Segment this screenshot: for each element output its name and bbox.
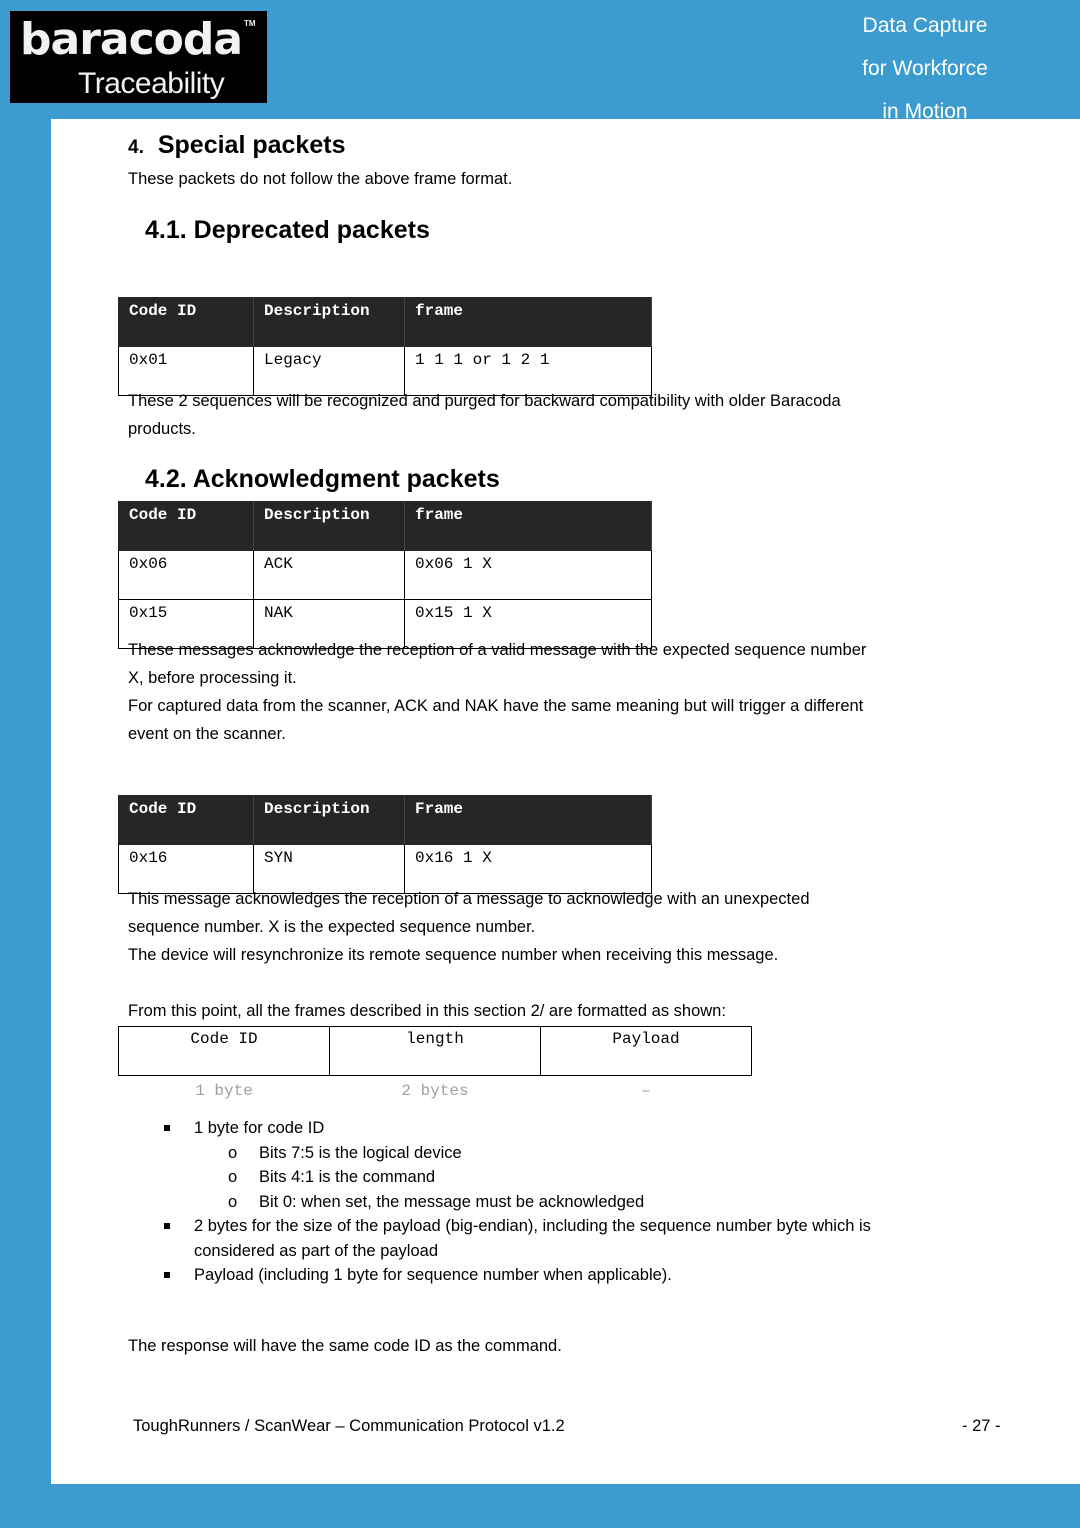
ack-heading: 4.2. Acknowledgment packets xyxy=(145,465,500,493)
deprecated-heading: 4.1. Deprecated packets xyxy=(145,216,430,244)
paragraph-line: event on the scanner. xyxy=(128,725,286,743)
deprecated-note: These 2 sequences will be recognized and… xyxy=(128,387,841,443)
footer-document-title: ToughRunners / ScanWear – Communication … xyxy=(133,1417,565,1435)
format-sizes-row: 1 byte 2 bytes – xyxy=(119,1076,752,1106)
format-fields-row: Code ID length Payload xyxy=(118,1026,752,1076)
sub-list-item: o Bits 4:1 is the command xyxy=(51,1165,1080,1190)
header-code-id: Code ID xyxy=(118,501,254,551)
size-code-id: 1 byte xyxy=(195,1082,253,1100)
tagline-line: Data Capture xyxy=(862,14,988,37)
circle-bullet-icon: o xyxy=(228,1143,238,1162)
paragraph-line: X, before processing it. xyxy=(128,669,297,687)
section-number: 4. xyxy=(128,137,144,158)
cell-frame: 0x06 1 X xyxy=(404,550,652,600)
syn-table: Code ID Description Frame 0x16 SYN 0x16 … xyxy=(118,795,652,894)
ack-description: These messages acknowledge the reception… xyxy=(128,636,866,748)
list-item-text: considered as part of the payload xyxy=(194,1241,438,1260)
tagline-line: for Workforce xyxy=(862,57,988,80)
paragraph-line: The device will resynchronize its remote… xyxy=(128,946,779,964)
list-item: Payload (including 1 byte for sequence n… xyxy=(51,1263,1080,1288)
header-description: Description xyxy=(253,297,405,347)
list-item-text: Bits 4:1 is the command xyxy=(259,1168,436,1186)
section-title: Special packets xyxy=(157,131,346,159)
tagline: Data Capture for Workforce in Motion xyxy=(850,4,1000,133)
header-description: Description xyxy=(253,501,405,551)
field-payload: Payload xyxy=(540,1026,752,1076)
syn-description: This message acknowledges the reception … xyxy=(128,885,810,969)
logo-subtitle: Traceability xyxy=(78,67,225,100)
list-item-text: Bit 0: when set, the message must be ack… xyxy=(259,1192,645,1211)
list-item-text: 2 bytes for the size of the payload (big… xyxy=(194,1217,871,1235)
section-heading: 4. Special packets xyxy=(128,131,345,160)
header-code-id: Code ID xyxy=(118,297,254,347)
header-frame: frame xyxy=(404,501,652,551)
document-page: 4. Special packets These packets do not f… xyxy=(51,119,1080,1484)
baracoda-logo: baracoda TM Traceability xyxy=(10,11,267,103)
header-code-id: Code ID xyxy=(118,795,254,845)
paragraph-line: These messages acknowledge the reception… xyxy=(128,641,867,659)
square-bullet-icon xyxy=(164,1223,170,1229)
list-item-text: 1 byte for code ID xyxy=(194,1119,325,1137)
square-bullet-icon xyxy=(164,1272,170,1278)
list-item-text: Bits 7:5 is the logical device xyxy=(259,1143,462,1162)
response-note: The response will have the same code ID … xyxy=(128,1337,562,1355)
deprecated-table: Code ID Description frame 0x01 Legacy 1 … xyxy=(118,297,652,396)
format-bullet-list: 1 byte for code ID o Bits 7:5 is the log… xyxy=(51,1116,1080,1288)
format-intro: From this point, all the frames describe… xyxy=(128,1002,726,1020)
logo-trademark: TM xyxy=(244,19,256,28)
paragraph-line: This message acknowledges the reception … xyxy=(128,890,810,908)
footer-page-number: - 27 - xyxy=(962,1417,1001,1435)
sub-list-item: o Bit 0: when set, the message must be a… xyxy=(51,1190,1080,1215)
size-payload: – xyxy=(641,1082,651,1100)
cell-code-id: 0x06 xyxy=(118,550,254,600)
sub-list-item: o Bits 7:5 is the logical device xyxy=(51,1141,1080,1166)
square-bullet-icon xyxy=(164,1125,170,1131)
paragraph-line: sequence number. X is the expected seque… xyxy=(128,918,536,936)
field-length: length xyxy=(329,1026,541,1076)
cell-description: ACK xyxy=(253,550,405,600)
table-header-row: Code ID Description Frame xyxy=(118,795,652,845)
note-line: These 2 sequences will be recognized and… xyxy=(128,392,841,410)
list-item-text: Payload (including 1 byte for sequence n… xyxy=(194,1266,672,1284)
header-description: Description xyxy=(253,795,405,845)
section-intro: These packets do not follow the above fr… xyxy=(128,170,513,188)
frame-format-table: Code ID length Payload 1 byte 2 bytes – xyxy=(118,1026,752,1105)
list-item: 1 byte for code ID xyxy=(51,1116,1080,1141)
header-frame: frame xyxy=(404,297,652,347)
logo-brand: baracoda xyxy=(20,14,243,65)
table-row: 0x06 ACK 0x06 1 X xyxy=(118,550,652,600)
header-frame: Frame xyxy=(404,795,652,845)
table-header-row: Code ID Description frame xyxy=(118,297,652,347)
paragraph-line: For captured data from the scanner, ACK … xyxy=(128,697,864,715)
ack-table: Code ID Description frame 0x06 ACK 0x06 … xyxy=(118,501,652,649)
note-line: products. xyxy=(128,420,196,438)
table-header-row: Code ID Description frame xyxy=(118,501,652,551)
field-code-id: Code ID xyxy=(118,1026,330,1076)
circle-bullet-icon: o xyxy=(228,1168,238,1186)
size-length: 2 bytes xyxy=(401,1082,469,1100)
circle-bullet-icon: o xyxy=(228,1192,238,1211)
list-item: 2 bytes for the size of the payload (big… xyxy=(51,1214,1080,1263)
